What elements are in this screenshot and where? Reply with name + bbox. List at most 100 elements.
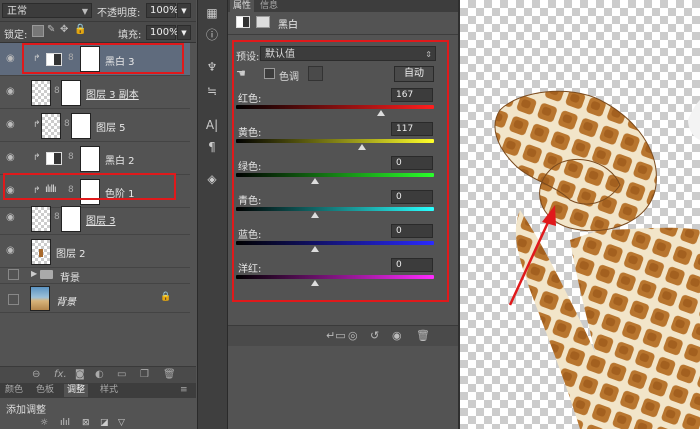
layer-name[interactable]: 黑白 2 — [105, 152, 135, 167]
lock-transparent-icon[interactable] — [32, 25, 44, 37]
layer-thumb — [31, 206, 51, 232]
eye-icon[interactable]: ◉ — [6, 213, 18, 223]
properties-title: 黑白 — [278, 20, 298, 31]
new-layer-icon[interactable]: ❐ — [140, 369, 149, 380]
layers-topbar: 正常 ▼ 不透明度: 100% ▼ — [0, 0, 196, 22]
bw-adjust-icon — [236, 16, 250, 28]
move-icon[interactable]: ✥ — [60, 24, 68, 35]
exposure-icon[interactable]: ◪ — [100, 418, 109, 428]
layer-mask-thumb — [61, 80, 81, 106]
clip-to-layer-icon[interactable]: ↵▭ — [326, 329, 346, 342]
layer-name[interactable]: 图层 5 — [96, 119, 126, 134]
character-icon[interactable]: A| — [205, 118, 219, 132]
opacity-field[interactable]: 100% — [146, 3, 179, 18]
histogram-icon[interactable]: ▦ — [205, 6, 219, 20]
adjust-title: 添加调整 — [6, 405, 46, 416]
layer-name[interactable]: 图层 3 — [86, 212, 116, 227]
3d-icon[interactable]: ◈ — [205, 172, 219, 186]
paragraph-icon[interactable]: ¶ — [205, 140, 219, 154]
chain-icon: 8 — [54, 86, 60, 96]
link-icon[interactable]: ⊖ — [32, 369, 40, 380]
vibrance-icon[interactable]: ▽ — [118, 418, 125, 428]
expand-arrow-icon[interactable]: ▶ — [31, 269, 37, 278]
giraffe-neck-knot — [494, 90, 657, 232]
properties-panel: 属性 信息 黑白 预设: 默认值 ⇕ ☚ 色调 自动 红色: 167 黄色: 117 绿… — [228, 0, 458, 350]
highlight-box-levels1 — [3, 173, 176, 200]
layer-name[interactable]: 图层 2 — [56, 245, 86, 260]
fill-label: 填充: — [118, 30, 142, 41]
lock-bar: 锁定: ✎ ✥ 🔒 填充: 100% ▼ — [0, 22, 196, 43]
layer-thumb — [41, 113, 61, 139]
tab-adjustments[interactable]: 调整 — [64, 384, 89, 397]
layer-thumb — [31, 80, 51, 106]
layer-mask-thumb — [71, 113, 91, 139]
layer-thumb — [31, 239, 51, 265]
tab-color[interactable]: 颜色 — [5, 384, 23, 397]
layer-mask-thumb — [61, 206, 81, 232]
blend-mode-select[interactable]: 正常 ▼ — [2, 3, 92, 18]
eye-icon[interactable]: ◉ — [6, 120, 18, 130]
eye-icon[interactable]: ◉ — [6, 153, 18, 163]
tab-properties[interactable]: 属性 — [230, 0, 255, 12]
eye-icon[interactable]: ◉ — [6, 54, 18, 64]
lock-icon: 🔒 — [160, 292, 172, 302]
trash-icon[interactable]: 🗑 — [416, 329, 430, 342]
giraffe-ear — [688, 100, 700, 140]
levels-icon[interactable]: ılıl — [60, 418, 70, 428]
fill-dropdown[interactable]: ▼ — [177, 25, 191, 40]
brightness-icon[interactable]: ☼ — [40, 418, 48, 428]
bw-adjust-icon — [46, 152, 62, 165]
properties-bottom-bar: ↵▭ ◎ ↺ ◉ 🗑 — [228, 325, 458, 346]
lock-icon[interactable]: 🔒 — [74, 24, 86, 35]
brush-settings-icon[interactable]: ≒ — [205, 84, 219, 98]
properties-tabs: 属性 信息 — [228, 0, 458, 12]
chevron-down-icon: ▼ — [181, 7, 187, 15]
layer-name[interactable]: 图层 3 副本 — [86, 86, 139, 101]
info-icon[interactable]: ⓘ — [205, 28, 219, 42]
blend-mode-value: 正常 — [7, 6, 27, 17]
curves-icon[interactable]: ⊠ — [82, 418, 90, 428]
opacity-dropdown[interactable]: ▼ — [177, 3, 191, 18]
layer-row-layer3-copy[interactable]: ◉ 8 图层 3 副本 — [0, 76, 190, 109]
panel-menu-icon[interactable]: ≡ — [180, 384, 188, 397]
brush-presets-icon[interactable]: ♆ — [205, 60, 219, 74]
mask-icon[interactable] — [256, 16, 270, 28]
divider — [228, 34, 458, 35]
lock-label: 锁定: — [4, 30, 28, 41]
layer-name[interactable]: 背景 — [60, 269, 80, 284]
eye-icon[interactable]: ◉ — [6, 87, 18, 97]
reset-icon[interactable]: ↺ — [370, 329, 379, 342]
highlight-box-bw3 — [22, 43, 184, 74]
trash-icon[interactable]: 🗑 — [163, 369, 176, 380]
visibility-box[interactable] — [8, 269, 19, 280]
adjustment-icon[interactable]: ◐ — [95, 369, 104, 380]
chevron-down-icon: ▼ — [81, 7, 88, 16]
brush-icon[interactable]: ✎ — [47, 24, 55, 35]
tab-swatches[interactable]: 色板 — [36, 384, 54, 397]
adjust-tabs: 颜色 色板 调整 样式 ≡ — [0, 383, 196, 398]
tab-styles[interactable]: 样式 — [100, 384, 118, 397]
layer-row-background[interactable]: 背景 🔒 — [0, 285, 190, 313]
group-icon[interactable]: ▭ — [117, 369, 126, 380]
eye-icon[interactable]: ◉ — [6, 246, 18, 256]
document-canvas[interactable] — [460, 0, 700, 429]
giraffe-thumb-mark — [39, 249, 43, 257]
visibility-box[interactable] — [8, 294, 19, 305]
tab-info[interactable]: 信息 — [260, 0, 278, 12]
fill-field[interactable]: 100% — [146, 25, 179, 40]
layer-row-bw2[interactable]: ◉ ↱ 8 黑白 2 — [0, 142, 190, 175]
giraffe-image — [494, 90, 700, 429]
layer-row-layer2[interactable]: ◉ 图层 2 — [0, 235, 190, 268]
layer-row-group[interactable]: ▶ 背景 — [0, 266, 190, 284]
fx-icon[interactable]: fx. — [54, 369, 67, 380]
visibility-icon[interactable]: ◉ — [392, 329, 402, 342]
chain-icon: 8 — [64, 119, 70, 129]
mask-icon[interactable]: ◙ — [75, 369, 85, 380]
folder-icon — [40, 270, 53, 279]
layers-panel: 正常 ▼ 不透明度: 100% ▼ 锁定: ✎ ✥ 🔒 填充: 100% ▼ ◉… — [0, 0, 196, 429]
view-previous-icon[interactable]: ◎ — [348, 329, 358, 342]
layer-row-layer5[interactable]: ◉ ↱ 8 图层 5 — [0, 109, 190, 142]
layer-name[interactable]: 背景 — [56, 293, 76, 308]
layer-row-layer3[interactable]: ◉ 8 图层 3 — [0, 202, 190, 235]
chain-icon: 8 — [54, 212, 60, 222]
